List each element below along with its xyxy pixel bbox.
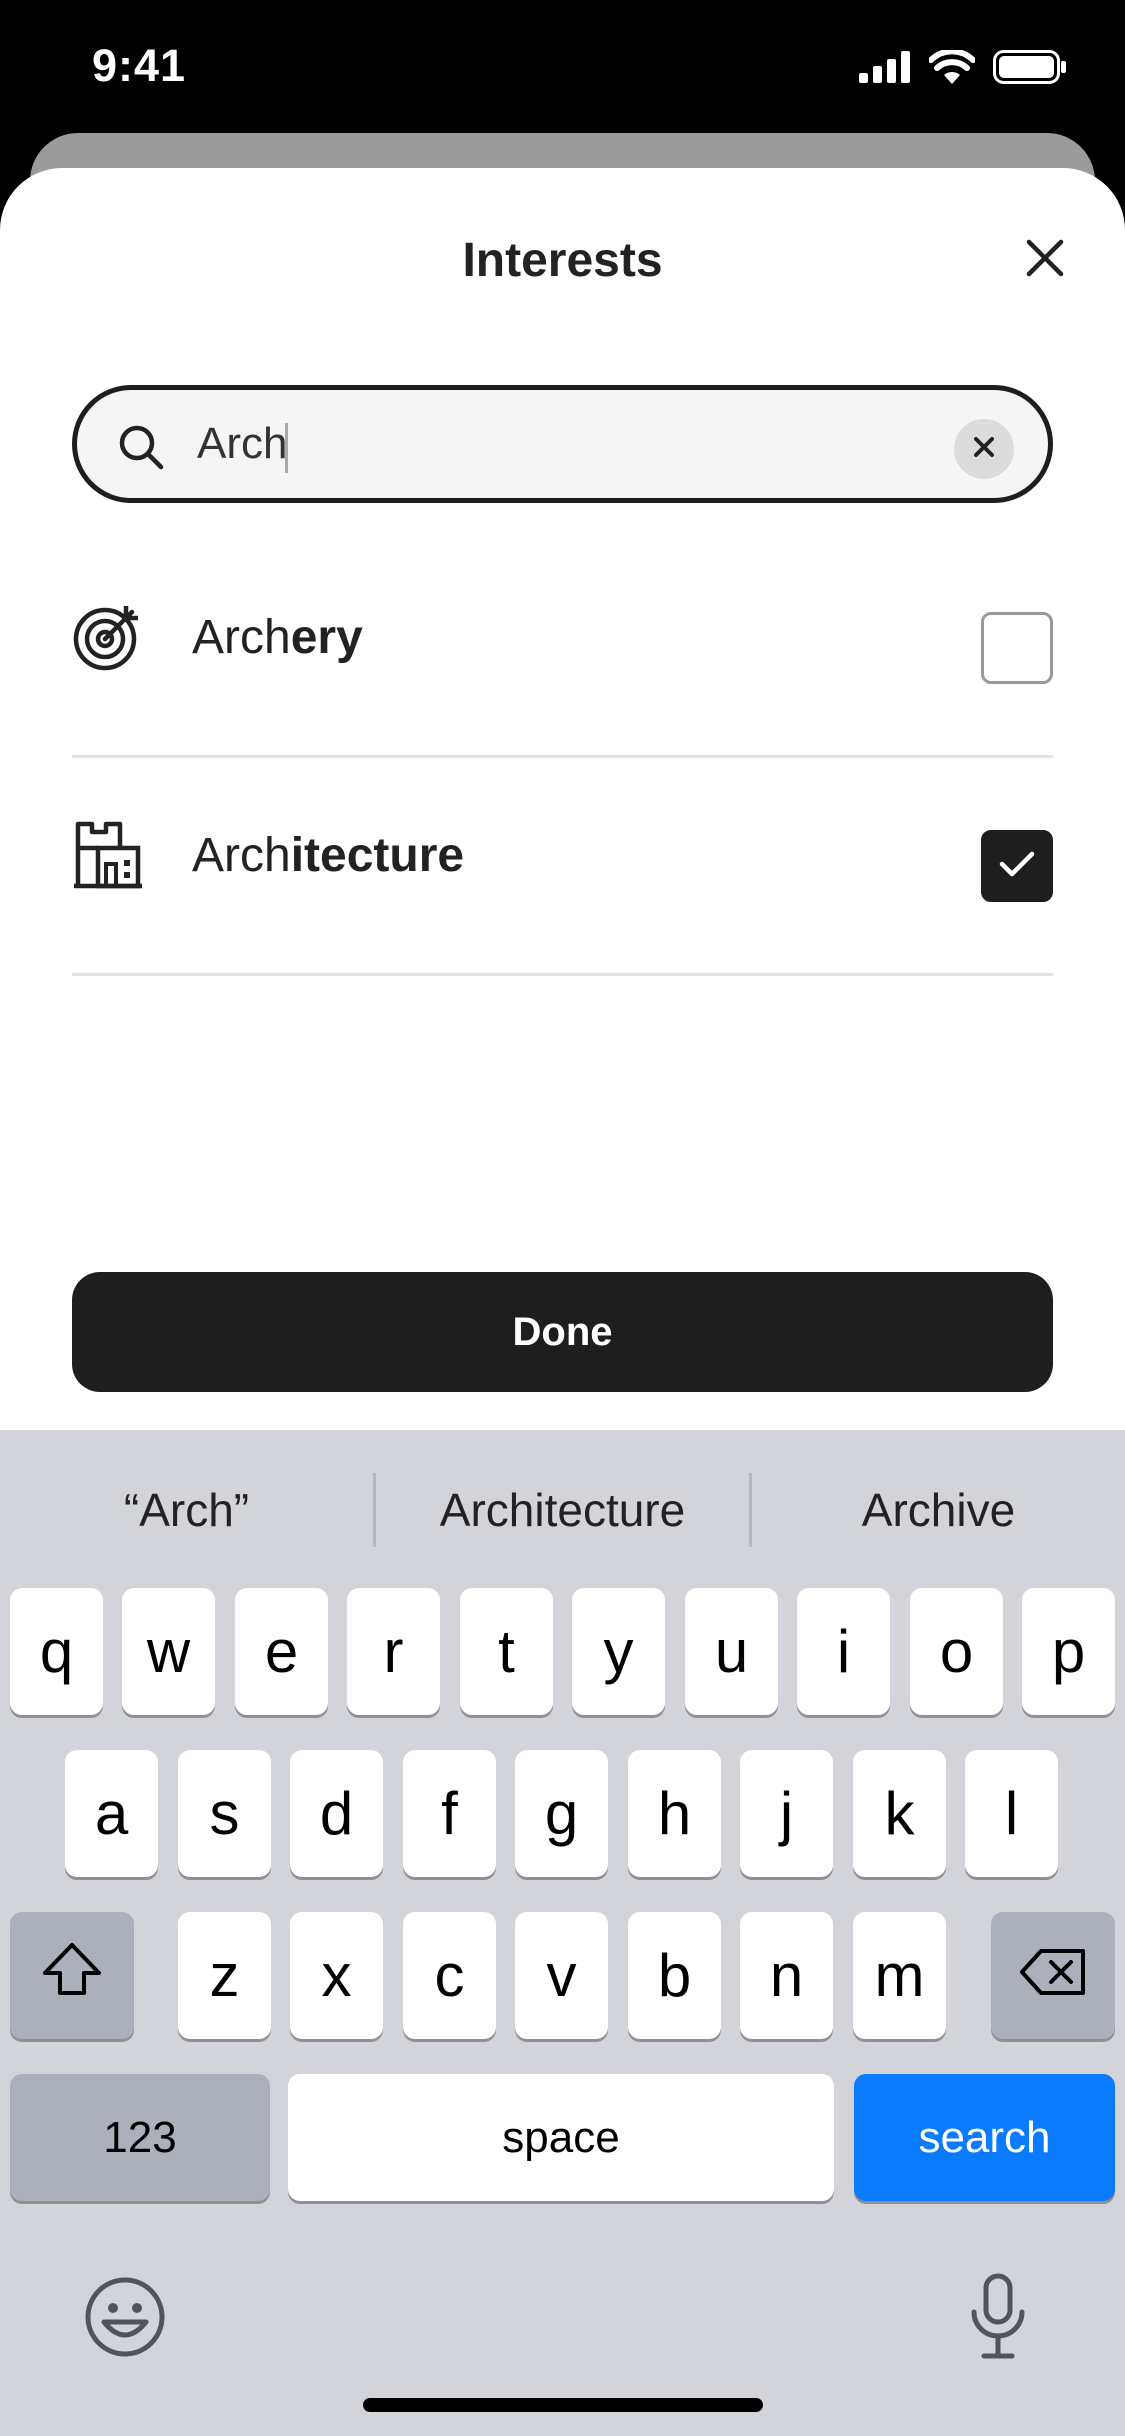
key-m[interactable]: m <box>853 1912 946 2039</box>
list-item-archery[interactable]: Archery <box>72 540 1053 758</box>
text-cursor <box>285 423 288 473</box>
key-a[interactable]: a <box>65 1750 158 1877</box>
key-n[interactable]: n <box>740 1912 833 2039</box>
key-x[interactable]: x <box>290 1912 383 2039</box>
status-time: 9:41 <box>92 40 187 91</box>
emoji-icon[interactable] <box>84 2276 166 2363</box>
key-q[interactable]: q <box>10 1588 103 1715</box>
clear-search-button[interactable] <box>954 419 1014 479</box>
architecture-checkbox[interactable] <box>981 830 1053 902</box>
key-j[interactable]: j <box>740 1750 833 1877</box>
backspace-icon <box>1019 1941 1087 2010</box>
key-f[interactable]: f <box>403 1750 496 1877</box>
suggestion-item[interactable]: Archive <box>752 1483 1125 1537</box>
item-label-rest: itecture <box>290 829 465 882</box>
key-z[interactable]: z <box>178 1912 271 2039</box>
wifi-icon <box>928 48 976 89</box>
checkmark-icon <box>999 850 1035 883</box>
close-icon <box>1025 238 1065 283</box>
key-d[interactable]: d <box>290 1750 383 1877</box>
key-y[interactable]: y <box>572 1588 665 1715</box>
microphone-icon[interactable] <box>968 2272 1028 2367</box>
key-b[interactable]: b <box>628 1912 721 2039</box>
key-k[interactable]: k <box>853 1750 946 1877</box>
clear-icon <box>973 436 995 463</box>
key-g[interactable]: g <box>515 1750 608 1877</box>
search-key[interactable]: search <box>854 2074 1115 2201</box>
sheet-title: Interests <box>462 234 663 287</box>
cellular-signal-icon <box>859 51 911 88</box>
delete-key[interactable] <box>991 1912 1115 2039</box>
shift-key[interactable] <box>10 1912 134 2039</box>
numbers-key[interactable]: 123 <box>10 2074 270 2201</box>
key-p[interactable]: p <box>1022 1588 1115 1715</box>
key-i[interactable]: i <box>797 1588 890 1715</box>
key-h[interactable]: h <box>628 1750 721 1877</box>
item-label-rest: ery <box>290 611 363 664</box>
item-label-match: Arch <box>192 829 291 882</box>
suggestion-item[interactable]: Architecture <box>376 1483 749 1537</box>
battery-icon <box>993 50 1067 89</box>
target-icon <box>72 600 144 672</box>
status-bar: 9:41 <box>0 0 1125 140</box>
search-icon <box>117 423 165 476</box>
key-t[interactable]: t <box>460 1588 553 1715</box>
suggestion-bar: “Arch” Architecture Archive <box>0 1430 1125 1590</box>
key-w[interactable]: w <box>122 1588 215 1715</box>
done-button[interactable]: Done <box>72 1272 1053 1392</box>
suggestion-item[interactable]: “Arch” <box>0 1483 373 1537</box>
key-l[interactable]: l <box>965 1750 1058 1877</box>
home-indicator[interactable] <box>363 2398 763 2412</box>
key-s[interactable]: s <box>178 1750 271 1877</box>
item-label-match: Arch <box>192 611 291 664</box>
space-key[interactable]: space <box>288 2074 834 2201</box>
key-r[interactable]: r <box>347 1588 440 1715</box>
list-item-architecture[interactable]: Architecture <box>72 758 1053 976</box>
key-e[interactable]: e <box>235 1588 328 1715</box>
key-o[interactable]: o <box>910 1588 1003 1715</box>
key-u[interactable]: u <box>685 1588 778 1715</box>
key-v[interactable]: v <box>515 1912 608 2039</box>
shift-icon <box>41 1941 103 2011</box>
key-c[interactable]: c <box>403 1912 496 2039</box>
close-button[interactable] <box>1015 230 1075 290</box>
keyboard: “Arch” Architecture Archive q w e r t y … <box>0 1430 1125 2436</box>
search-field[interactable] <box>72 385 1053 503</box>
interests-sheet: Interests Archery <box>0 168 1125 1430</box>
search-input[interactable] <box>197 410 977 478</box>
archery-checkbox[interactable] <box>981 612 1053 684</box>
building-icon <box>72 818 144 890</box>
